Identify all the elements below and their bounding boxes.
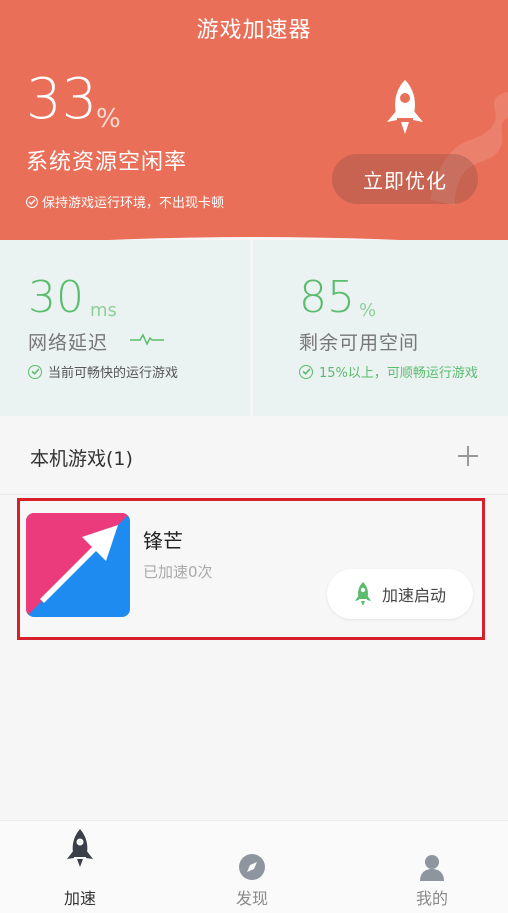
optimize-now-button[interactable]: 立即优化 xyxy=(332,154,478,204)
launch-button-label: 加速启动 xyxy=(381,588,446,605)
app-title: 游戏加速器 xyxy=(196,18,312,43)
latency-value: 30 xyxy=(28,272,84,323)
idle-rate-unit: % xyxy=(96,104,121,134)
nav-item-discover[interactable]: 发现 xyxy=(192,821,312,913)
stats-panel: 30 ms 网络延迟 当前可畅快的运行游戏 85 % 剩余可用空间 15%以上，… xyxy=(0,240,508,416)
local-games-header: 本机游戏(1) xyxy=(0,416,508,495)
idle-rate-value: 33 xyxy=(26,67,98,132)
game-list-item[interactable]: 锋芒 已加速0次 加速启动 xyxy=(17,498,485,640)
nav-label-accelerate: 加速 xyxy=(63,889,96,908)
idle-rate-label: 系统资源空闲率 xyxy=(26,150,188,175)
rocket-icon xyxy=(67,829,93,867)
game-name: 锋芒 xyxy=(143,529,183,553)
header-panel: 游戏加速器 33 % 系统资源空闲率 保持游戏运行环境，不出现卡顿 立即优化 xyxy=(0,0,508,262)
local-games-title: 本机游戏(1) xyxy=(30,448,133,470)
storage-note: 15%以上，可顺畅运行游戏 xyxy=(299,362,478,381)
user-icon xyxy=(420,855,444,881)
storage-label: 剩余可用空间 xyxy=(299,332,420,354)
latency-label: 网络延迟 xyxy=(28,332,109,354)
latency-unit: ms xyxy=(90,300,117,321)
rocket-icon xyxy=(354,582,371,606)
game-accelerated-count: 已加速0次 xyxy=(143,563,213,581)
check-circle-icon xyxy=(26,195,38,208)
add-game-button[interactable] xyxy=(456,444,480,468)
storage-value: 85 xyxy=(299,272,355,323)
check-circle-icon xyxy=(299,364,313,379)
header-note: 保持游戏运行环境，不出现卡顿 xyxy=(26,192,224,211)
latency-card: 30 ms 网络延迟 当前可畅快的运行游戏 xyxy=(0,240,250,416)
header-note-text: 保持游戏运行环境，不出现卡顿 xyxy=(42,196,225,211)
nav-label-discover: 发现 xyxy=(235,889,268,908)
nav-label-mine: 我的 xyxy=(415,889,448,908)
compass-icon xyxy=(239,854,265,880)
bottom-navigation: 加速 发现 我的 xyxy=(0,820,508,913)
storage-note-text: 15%以上，可顺畅运行游戏 xyxy=(319,366,478,381)
accelerate-launch-button[interactable]: 加速启动 xyxy=(327,569,473,619)
storage-unit: % xyxy=(359,300,377,321)
nav-item-mine[interactable]: 我的 xyxy=(372,821,492,913)
nav-item-accelerate[interactable]: 加速 xyxy=(20,821,140,913)
check-circle-icon xyxy=(28,364,42,379)
game-app-icon xyxy=(26,513,130,617)
latency-note-text: 当前可畅快的运行游戏 xyxy=(48,366,179,381)
latency-note: 当前可畅快的运行游戏 xyxy=(28,362,178,381)
pulse-icon xyxy=(130,333,164,346)
storage-card: 85 % 剩余可用空间 15%以上，可顺畅运行游戏 xyxy=(253,240,508,416)
rocket-icon xyxy=(387,80,423,134)
